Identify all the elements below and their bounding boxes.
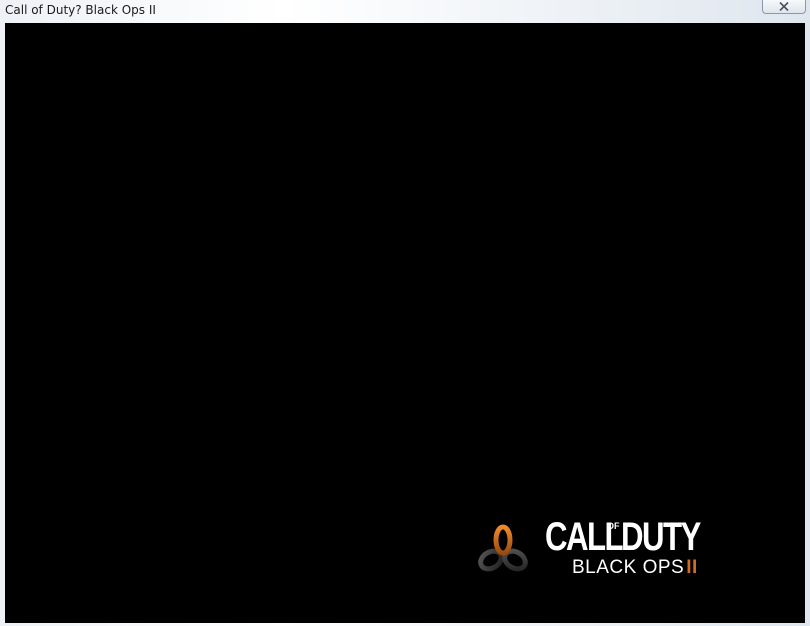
game-logo: CALL OF DUTY BLACK OPS II: [475, 515, 737, 583]
logo-title-of: OF: [607, 521, 620, 531]
logo-title-duty: DUTY: [621, 515, 701, 559]
close-button[interactable]: [762, 0, 806, 14]
logo-subtitle: BLACK OPS II: [572, 557, 698, 579]
game-viewport[interactable]: CALL OF DUTY BLACK OPS II: [5, 23, 805, 623]
black-ops-emblem-icon: [478, 524, 528, 572]
window-title: Call of Duty? Black Ops II: [5, 3, 156, 17]
game-window: Call of Duty? Black Ops II CALL OF DUTY …: [0, 0, 810, 626]
title-bar[interactable]: Call of Duty? Black Ops II: [0, 0, 810, 23]
close-icon: [779, 2, 789, 11]
logo-title: CALL OF DUTY: [545, 515, 735, 559]
logo-subtitle-text: BLACK OPS: [572, 557, 685, 578]
logo-subtitle-numeral: II: [686, 557, 698, 578]
